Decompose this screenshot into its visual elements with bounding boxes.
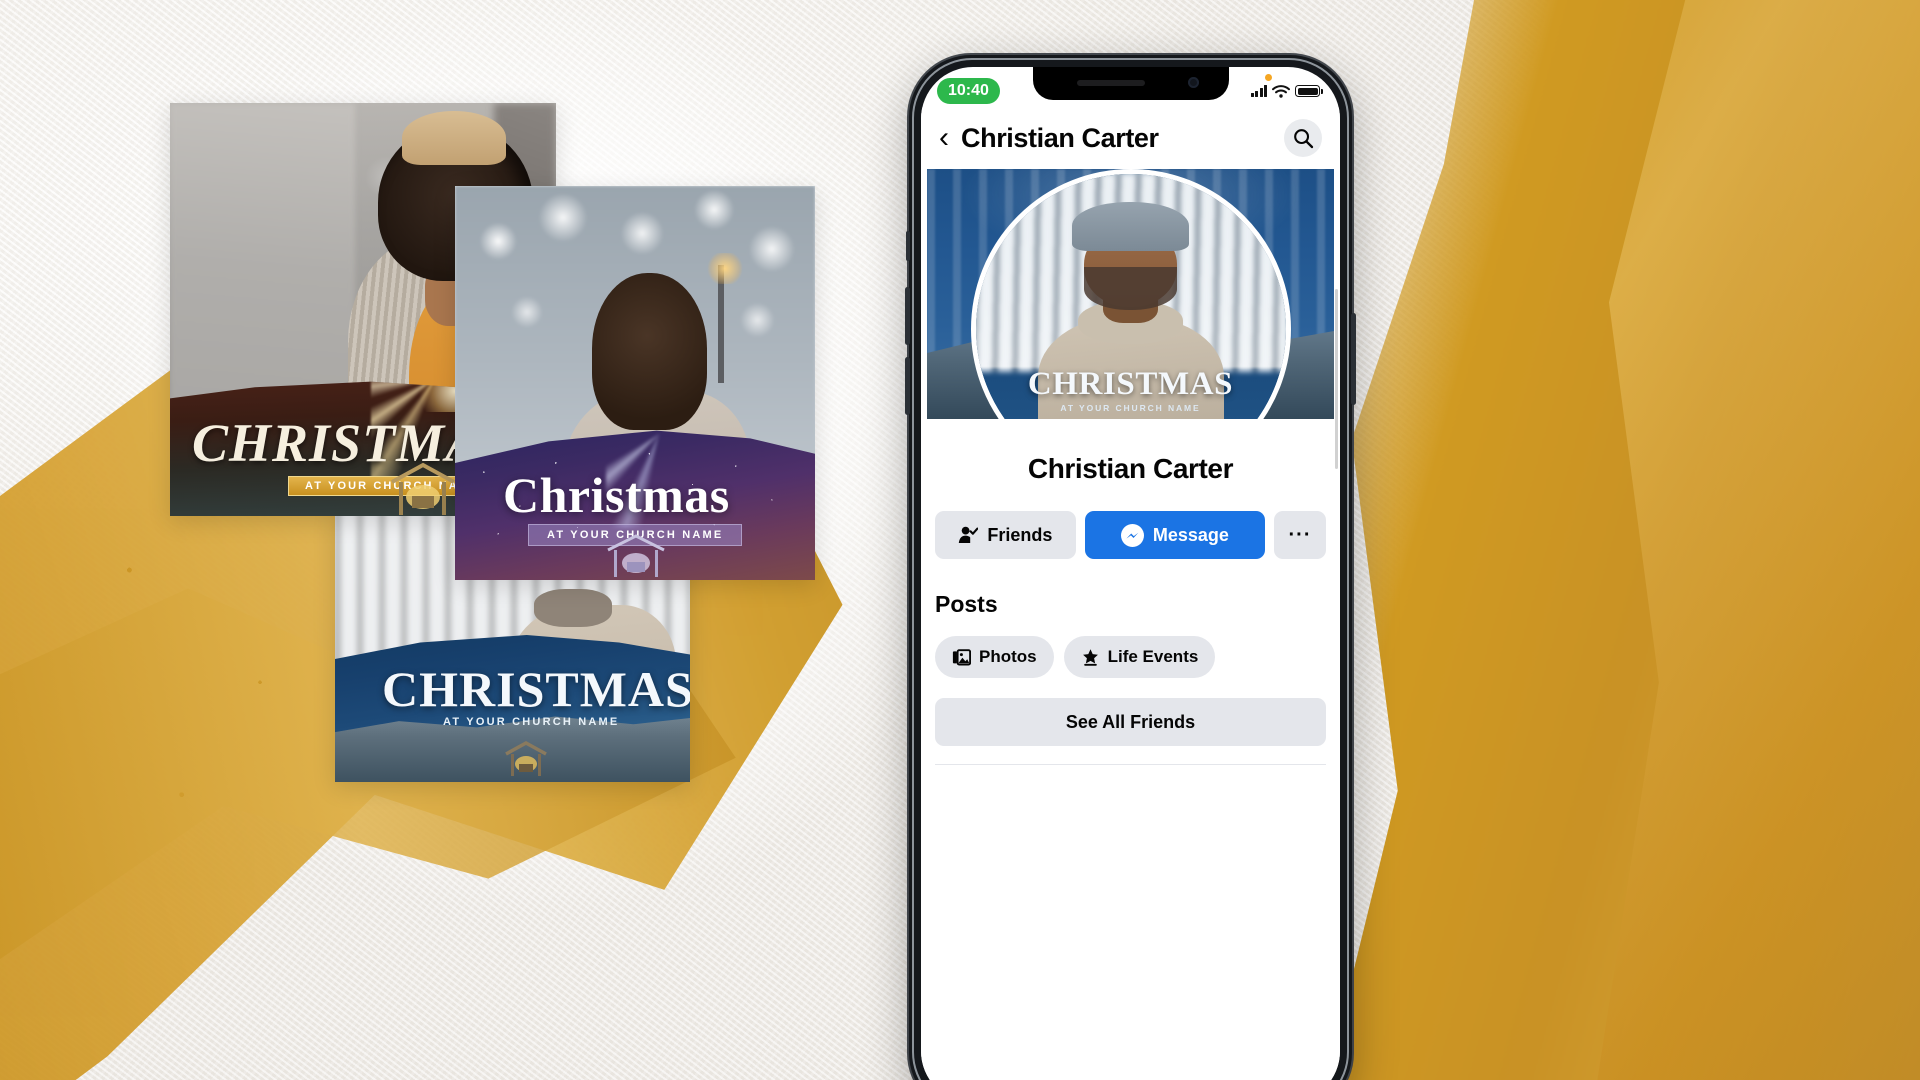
mute-switch[interactable] bbox=[906, 231, 910, 261]
search-button[interactable] bbox=[1284, 119, 1322, 157]
page-title: Christian Carter bbox=[961, 122, 1159, 153]
chip-life-events-label: Life Events bbox=[1107, 647, 1199, 666]
status-time: 10:40 bbox=[937, 78, 1000, 104]
avatar-title: CHRISTMAS bbox=[1027, 366, 1234, 403]
app-header: ‹ Christian Carter bbox=[921, 107, 1340, 169]
nativity-manger-icon bbox=[505, 741, 547, 776]
card-title: CHRISTMAS bbox=[382, 661, 690, 717]
posts-heading: Posts bbox=[935, 591, 998, 617]
card-subtitle: AT YOUR CHURCH NAME bbox=[443, 716, 620, 728]
profile-scroll-area[interactable]: CHRISTMAS AT YOUR CHURCH NAME Christian … bbox=[921, 169, 1340, 1080]
wifi-icon bbox=[1272, 84, 1290, 98]
volume-down-button[interactable] bbox=[905, 357, 910, 415]
nativity-manger-icon bbox=[606, 534, 665, 577]
see-all-friends-button[interactable]: See All Friends bbox=[935, 698, 1326, 746]
phone-screen: 10:40 ‹ Christian Carter CHRISTMAS AT YO… bbox=[921, 67, 1340, 1080]
person-check-icon bbox=[959, 526, 979, 543]
scrollbar[interactable] bbox=[1335, 289, 1338, 469]
card-banner-blue: CHRISTMAS AT YOUR CHURCH NAME bbox=[335, 635, 690, 782]
search-icon bbox=[1293, 128, 1313, 148]
nativity-manger-icon bbox=[391, 462, 456, 515]
chip-photos[interactable]: Photos bbox=[935, 636, 1054, 678]
section-divider bbox=[935, 764, 1326, 765]
messenger-icon bbox=[1120, 523, 1144, 547]
cover-photo-wrapper[interactable]: CHRISTMAS AT YOUR CHURCH NAME bbox=[927, 169, 1334, 419]
chip-life-events[interactable]: Life Events bbox=[1063, 636, 1216, 678]
status-bar: 10:40 bbox=[921, 67, 1340, 107]
friends-button[interactable]: Friends bbox=[935, 511, 1076, 559]
profile-action-row: Friends Message ··· bbox=[921, 511, 1340, 559]
power-button[interactable] bbox=[1351, 313, 1356, 405]
cover-photo[interactable]: CHRISTMAS AT YOUR CHURCH NAME bbox=[927, 169, 1334, 419]
message-button-label: Message bbox=[1152, 524, 1229, 545]
cellular-signal-icon bbox=[1250, 85, 1267, 97]
avatar-subtitle: AT YOUR CHURCH NAME bbox=[1060, 403, 1201, 414]
posts-filter-chips: Photos Life Events bbox=[921, 636, 1340, 678]
chip-photos-label: Photos bbox=[979, 647, 1037, 666]
star-flag-icon bbox=[1082, 648, 1098, 666]
christmas-card-purple[interactable]: Christmas AT YOUR CHURCH NAME bbox=[455, 186, 815, 580]
back-chevron-icon[interactable]: ‹ bbox=[939, 123, 961, 153]
profile-display-name: Christian Carter bbox=[1027, 453, 1234, 484]
photos-icon bbox=[952, 648, 971, 666]
friends-button-label: Friends bbox=[987, 524, 1053, 545]
ellipsis-icon: ··· bbox=[1288, 523, 1312, 546]
message-button[interactable]: Message bbox=[1084, 511, 1265, 559]
avatar[interactable]: CHRISTMAS AT YOUR CHURCH NAME bbox=[970, 169, 1291, 419]
battery-icon bbox=[1295, 85, 1323, 97]
more-options-button[interactable]: ··· bbox=[1274, 511, 1326, 559]
phone-mockup: 10:40 ‹ Christian Carter CHRISTMAS AT YO… bbox=[905, 55, 1356, 1080]
profile-name-row: Christian Carter bbox=[921, 453, 1340, 485]
orange-indicator-dot bbox=[1265, 73, 1272, 81]
volume-up-button[interactable] bbox=[905, 287, 910, 345]
card-title: Christmas bbox=[503, 467, 730, 523]
